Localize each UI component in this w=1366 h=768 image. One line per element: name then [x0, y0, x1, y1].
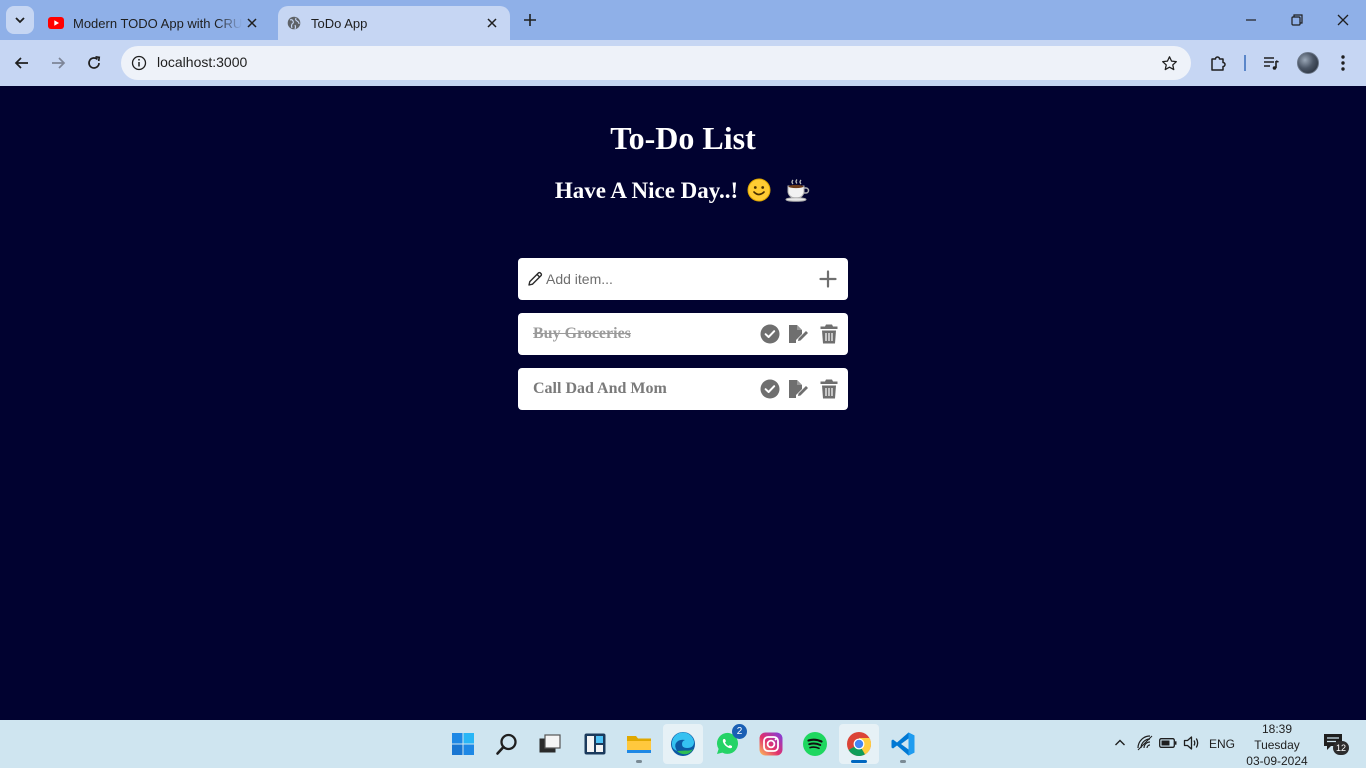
show-hidden-icons-button[interactable] — [1109, 732, 1131, 754]
arrow-left-icon — [14, 57, 28, 69]
close-tab-icon[interactable] — [242, 13, 262, 33]
add-plus-icon[interactable] — [819, 270, 837, 288]
notification-count: 12 — [1333, 741, 1349, 755]
tab-youtube[interactable]: Modern TODO App with CRUD — [40, 6, 270, 40]
add-item-input[interactable] — [546, 258, 810, 300]
task-view-icon — [539, 734, 561, 753]
chevron-up-icon — [1115, 739, 1125, 746]
chevron-down-icon — [15, 17, 25, 24]
more-vertical-icon — [1341, 55, 1345, 71]
notification-badge: 2 — [732, 724, 747, 739]
instagram-icon — [759, 732, 783, 756]
whatsapp-button[interactable]: 2 — [707, 724, 747, 764]
youtube-icon — [48, 15, 64, 31]
vscode-icon — [891, 732, 915, 756]
browser-toolbar: localhost:3000 — [0, 40, 1366, 86]
clock[interactable]: 18:39 Tuesday 03-09-2024 — [1240, 721, 1314, 768]
tab-search-button[interactable] — [6, 6, 34, 34]
plus-icon — [524, 14, 536, 26]
speaker-icon — [1183, 736, 1199, 750]
puzzle-icon — [1211, 56, 1226, 71]
running-indicator — [900, 760, 906, 763]
widgets-icon — [584, 733, 606, 755]
edge-button[interactable] — [663, 724, 703, 764]
media-queue-icon — [1264, 57, 1279, 70]
windows-logo-icon — [452, 733, 474, 755]
minimize-icon — [1246, 19, 1256, 21]
active-indicator — [851, 760, 867, 763]
tab-title: ToDo App — [311, 15, 368, 31]
complete-check-icon[interactable] — [759, 323, 781, 345]
todo-item-text: Call Dad And Mom — [533, 380, 667, 397]
network-button[interactable] — [1134, 732, 1156, 754]
spotify-icon — [803, 732, 827, 756]
forward-button[interactable] — [43, 48, 73, 78]
clock-time: 18:39 — [1261, 722, 1293, 736]
smile-emoji — [747, 178, 771, 208]
address-bar[interactable]: localhost:3000 — [121, 46, 1191, 80]
edit-file-icon[interactable] — [788, 378, 810, 400]
tab-todo-app[interactable]: ToDo App — [278, 6, 510, 40]
delete-trash-icon[interactable] — [818, 323, 840, 345]
add-item-bar — [518, 258, 848, 300]
edit-file-icon[interactable] — [788, 323, 810, 345]
coffee-emoji — [785, 178, 811, 208]
file-explorer-button[interactable] — [619, 724, 659, 764]
widgets-button[interactable] — [575, 724, 615, 764]
battery-icon — [1159, 738, 1177, 748]
back-button[interactable] — [7, 48, 37, 78]
edge-icon — [671, 732, 695, 756]
spotify-button[interactable] — [795, 724, 835, 764]
extensions-button[interactable] — [1205, 50, 1231, 76]
instagram-button[interactable] — [751, 724, 791, 764]
search-icon — [496, 733, 517, 755]
task-view-button[interactable] — [530, 724, 570, 764]
todo-item: Buy Groceries — [518, 313, 848, 355]
url-text: localhost:3000 — [157, 54, 248, 70]
folder-icon — [627, 736, 651, 753]
notification-center-button[interactable]: 12 — [1323, 733, 1349, 755]
complete-check-icon[interactable] — [759, 378, 781, 400]
windows-taskbar: 2 ENG 18:39 Tuesday 03-09-2024 12 — [0, 720, 1366, 768]
clock-day: Tuesday — [1254, 738, 1300, 752]
media-controls-button[interactable] — [1258, 50, 1284, 76]
delete-trash-icon[interactable] — [818, 378, 840, 400]
volume-button[interactable] — [1181, 732, 1203, 754]
page-subtitle: Have A Nice Day..! — [0, 178, 1366, 208]
battery-button[interactable] — [1157, 732, 1179, 754]
reload-icon — [88, 55, 101, 69]
site-info-icon[interactable] — [129, 53, 149, 73]
running-indicator — [636, 760, 642, 763]
profile-avatar[interactable] — [1297, 52, 1319, 74]
page-title: To-Do List — [610, 120, 756, 156]
vscode-button[interactable] — [883, 724, 923, 764]
close-icon — [1337, 14, 1349, 26]
close-window-button[interactable] — [1320, 0, 1366, 40]
input-language[interactable]: ENG — [1209, 737, 1235, 751]
page-viewport: To-Do List Have A Nice Day..! Buy Grocer… — [0, 86, 1366, 720]
subtitle-text: Have A Nice Day..! — [554, 178, 739, 203]
start-button[interactable] — [443, 724, 483, 764]
todo-item: Call Dad And Mom — [518, 368, 848, 410]
restore-button[interactable] — [1274, 0, 1320, 40]
wifi-icon — [1137, 735, 1153, 751]
browser-tab-strip: Modern TODO App with CRUD ToDo App — [0, 0, 1366, 40]
chrome-button[interactable] — [839, 724, 879, 764]
globe-icon — [286, 15, 302, 31]
restore-icon — [1291, 14, 1303, 26]
minimize-button[interactable] — [1228, 0, 1274, 40]
todo-item-text: Buy Groceries — [533, 325, 631, 342]
chrome-icon — [847, 732, 872, 757]
reload-button[interactable] — [79, 48, 109, 78]
pencil-icon — [528, 271, 543, 286]
browser-menu-button[interactable] — [1330, 50, 1356, 76]
search-button[interactable] — [487, 724, 527, 764]
toolbar-separator — [1244, 55, 1246, 71]
arrow-right-icon — [52, 57, 66, 69]
new-tab-button[interactable] — [518, 8, 542, 32]
bookmark-star-icon[interactable] — [1159, 53, 1179, 73]
clock-date: 03-09-2024 — [1246, 754, 1308, 768]
tab-title: Modern TODO App with CRUD — [73, 15, 242, 31]
close-tab-icon[interactable] — [482, 13, 502, 33]
